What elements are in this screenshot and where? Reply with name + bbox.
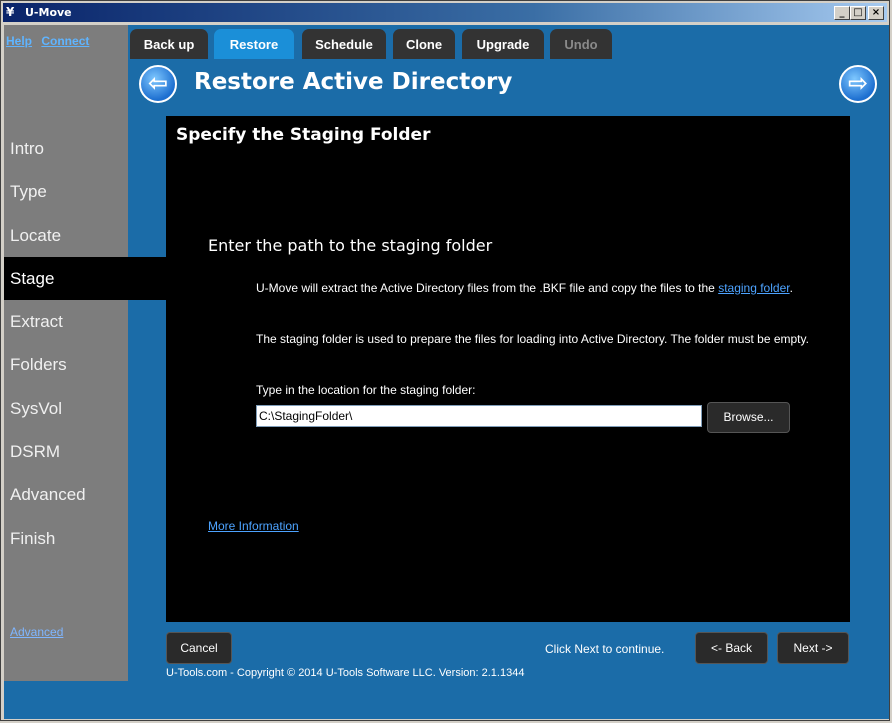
- tab-restore[interactable]: Restore: [214, 29, 294, 59]
- staging-folder-input[interactable]: [256, 405, 702, 427]
- maximize-button[interactable]: □: [850, 6, 866, 20]
- input-label: Type in the location for the staging fol…: [256, 383, 476, 397]
- top-links: Help Connect: [6, 34, 95, 48]
- panel-title: Specify the Staging Folder: [176, 125, 431, 145]
- nav-item-sysvol[interactable]: SysVol: [4, 387, 128, 430]
- tab-upgrade[interactable]: Upgrade: [462, 29, 544, 59]
- nav-item-stage[interactable]: Stage: [4, 256, 166, 301]
- back-arrow-icon[interactable]: ⇦: [139, 65, 177, 103]
- description-1-text: U-Move will extract the Active Directory…: [256, 281, 719, 295]
- description-2: The staging folder is used to prepare th…: [256, 332, 809, 346]
- step-nav: Intro Type Locate Stage Extract Folders …: [4, 127, 166, 560]
- page-title: Restore Active Directory: [194, 69, 513, 95]
- footer-copyright: U-Tools.com - Copyright © 2014 U-Tools S…: [166, 667, 525, 679]
- nav-item-locate[interactable]: Locate: [4, 214, 128, 257]
- back-button[interactable]: <- Back: [695, 632, 768, 664]
- minimize-button[interactable]: _: [834, 6, 850, 20]
- tab-undo[interactable]: Undo: [550, 29, 612, 59]
- next-button[interactable]: Next ->: [777, 632, 849, 664]
- next-hint: Click Next to continue.: [545, 642, 665, 656]
- staging-folder-link[interactable]: staging folder: [718, 281, 789, 295]
- title-bar[interactable]: ¥ U-Move _ □ ×: [3, 3, 887, 22]
- sidebar-advanced-link[interactable]: Advanced: [10, 625, 63, 639]
- nav-item-type[interactable]: Type: [4, 170, 128, 213]
- more-information-link[interactable]: More Information: [208, 519, 299, 533]
- content-panel: Specify the Staging Folder Enter the pat…: [166, 116, 850, 622]
- client-area: Help Connect Advanced Intro Type Locate …: [4, 25, 889, 719]
- nav-item-dsrm[interactable]: DSRM: [4, 430, 128, 473]
- nav-item-finish[interactable]: Finish: [4, 517, 128, 560]
- nav-item-intro[interactable]: Intro: [4, 127, 128, 170]
- section-heading: Enter the path to the staging folder: [208, 236, 493, 255]
- app-window: ¥ U-Move _ □ × Help Connect Advanced Int…: [0, 0, 890, 721]
- cancel-button[interactable]: Cancel: [166, 632, 232, 664]
- help-link[interactable]: Help: [6, 34, 32, 48]
- browse-button[interactable]: Browse...: [707, 402, 790, 433]
- description-1: U-Move will extract the Active Directory…: [256, 279, 816, 298]
- nav-item-folders[interactable]: Folders: [4, 343, 128, 386]
- description-1-end: .: [789, 281, 793, 295]
- window-title: U-Move: [25, 6, 72, 19]
- nav-item-extract[interactable]: Extract: [4, 300, 128, 343]
- nav-item-advanced[interactable]: Advanced: [4, 473, 128, 516]
- app-icon: ¥: [6, 5, 15, 19]
- close-button[interactable]: ×: [868, 6, 884, 20]
- tab-clone[interactable]: Clone: [393, 29, 455, 59]
- forward-arrow-icon[interactable]: ⇨: [839, 65, 877, 103]
- tab-backup[interactable]: Back up: [130, 29, 208, 59]
- page-header: ⇦ Restore Active Directory ⇨: [128, 59, 889, 111]
- tab-schedule[interactable]: Schedule: [302, 29, 386, 59]
- connect-link[interactable]: Connect: [41, 34, 89, 48]
